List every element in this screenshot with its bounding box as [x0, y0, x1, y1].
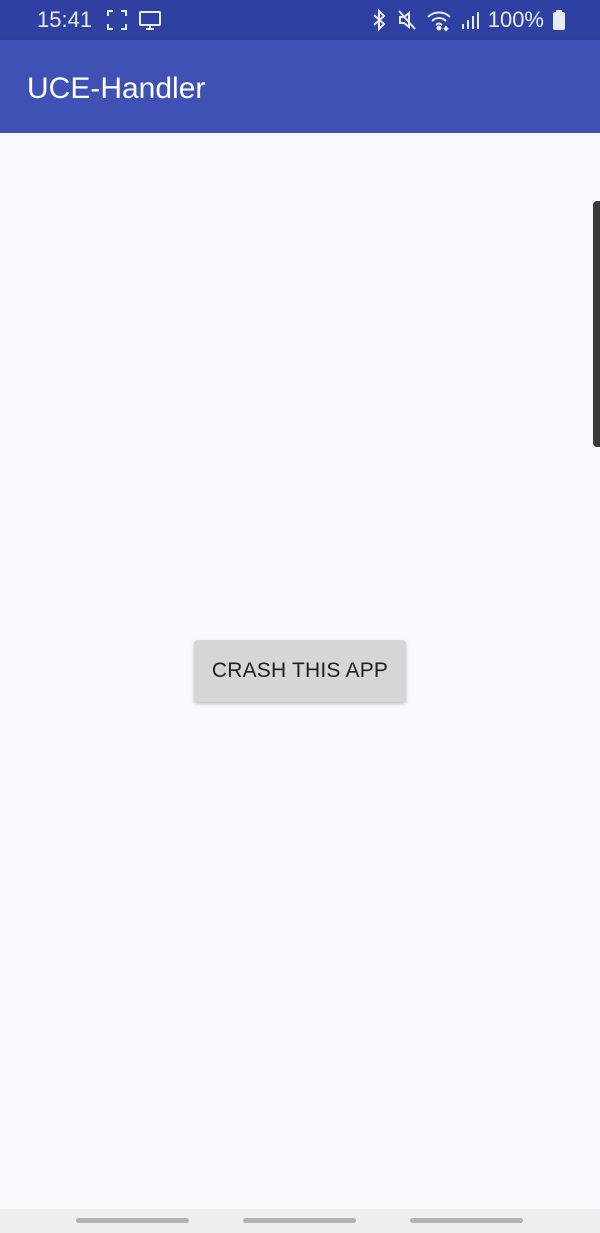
wifi-icon: [426, 8, 452, 32]
signal-icon: [460, 8, 480, 32]
scroll-indicator[interactable]: [593, 201, 600, 447]
cast-monitor-icon: [138, 9, 162, 31]
home-handle[interactable]: [243, 1218, 356, 1223]
battery-icon: [552, 8, 566, 32]
crash-app-button[interactable]: CRASH THIS APP: [194, 640, 406, 702]
app-title: UCE-Handler: [27, 72, 206, 105]
bluetooth-icon: [370, 8, 388, 32]
status-bar: 15:41 100%: [0, 0, 600, 40]
status-right-icons: 100%: [370, 6, 566, 34]
status-left-icons: [106, 9, 162, 31]
app-bar: UCE-Handler: [0, 40, 600, 133]
screenshot-frame-icon: [106, 9, 128, 31]
navigation-bar: [0, 1209, 600, 1233]
battery-percentage: 100%: [487, 7, 544, 32]
recent-apps-handle[interactable]: [76, 1218, 189, 1223]
status-time: 15:41: [37, 7, 93, 32]
back-handle[interactable]: [410, 1218, 523, 1223]
mute-icon: [396, 8, 418, 32]
